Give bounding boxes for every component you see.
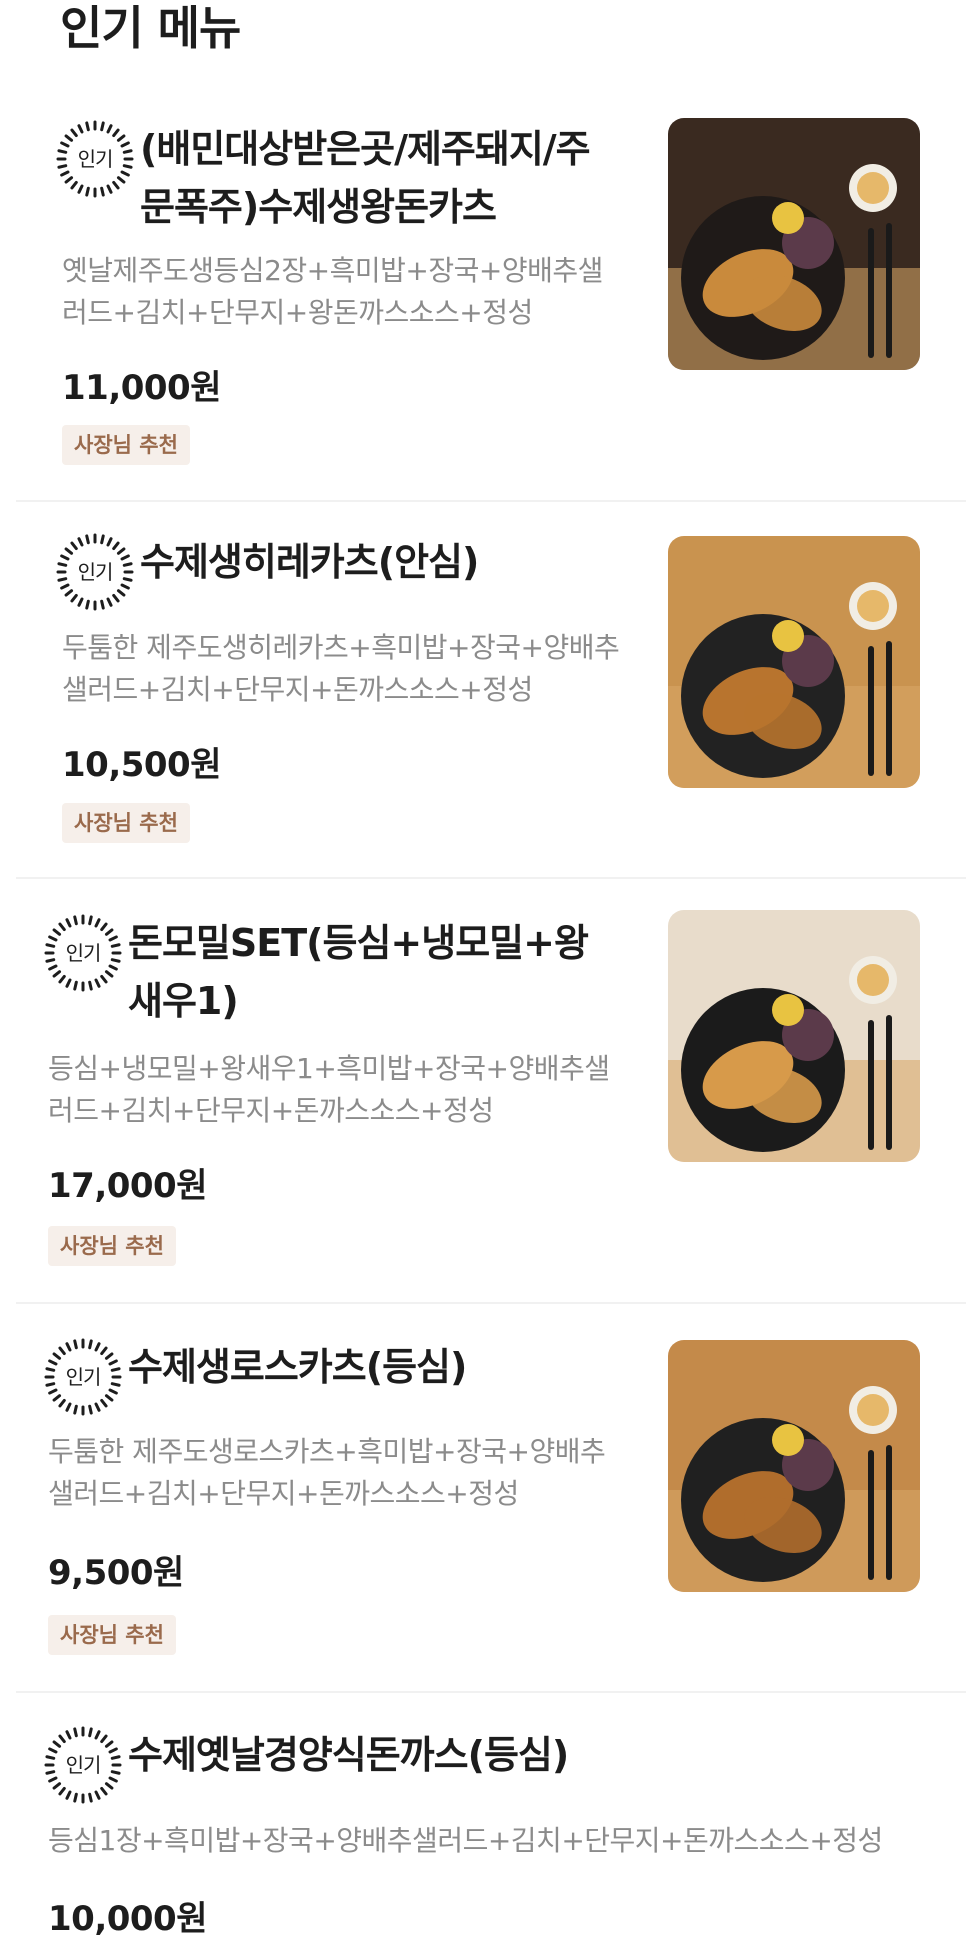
divider [16, 1302, 966, 1304]
menu-item-price: 9,500원 [48, 1553, 184, 1593]
owner-pick-tag: 사장님 추천 [48, 1615, 176, 1655]
popular-badge: 인기 [56, 120, 134, 198]
food-photo-icon [668, 536, 920, 788]
popular-badge: 인기 [44, 1726, 122, 1804]
menu-item-name-line: 수제생로스카츠(등심) [128, 1345, 467, 1389]
food-photo-icon [668, 910, 920, 1162]
owner-pick-tag: 사장님 추천 [48, 1226, 176, 1266]
menu-item-name-line: (배민대상받은곳/제주돼지/주 [140, 127, 591, 171]
popular-badge: 인기 [44, 1338, 122, 1416]
menu-item-price: 17,000원 [48, 1166, 207, 1206]
food-photo-icon [668, 118, 920, 370]
menu-item-desc-line: 두툼한 제주도생히레카츠+흑미밥+장국+양배추 [62, 631, 620, 664]
menu-item-price: 10,000원 [48, 1899, 207, 1939]
menu-item-desc-line: 두툼한 제주도생로스카츠+흑미밥+장국+양배추 [48, 1435, 606, 1468]
menu-item-desc-line: 옛날제주도생등심2장+흑미밥+장국+양배추샐 [62, 254, 603, 287]
menu-item-name-line: 새우1) [128, 979, 239, 1023]
owner-pick-tag: 사장님 추천 [62, 425, 190, 465]
menu-item-photo[interactable] [668, 536, 920, 788]
section-title: 인기 메뉴 [60, 1, 241, 55]
food-photo-icon [668, 1340, 920, 1592]
menu-item-price: 11,000원 [62, 368, 221, 408]
divider [16, 500, 966, 502]
menu-item-photo[interactable] [668, 118, 920, 370]
menu-item-name-line: 문폭주)수제생왕돈카츠 [140, 185, 497, 229]
menu-item-desc-line: 샐러드+김치+단무지+돈까스소스+정성 [48, 1477, 519, 1510]
menu-item-desc-line: 러드+김치+단무지+왕돈까스소스+정성 [62, 296, 533, 329]
menu-item-photo[interactable] [668, 1340, 920, 1592]
menu-item-photo[interactable] [668, 910, 920, 1162]
menu-item-name-line: 수제생히레카츠(안심) [140, 540, 479, 584]
popular-badge: 인기 [44, 914, 122, 992]
menu-item-desc-line: 러드+김치+단무지+돈까스소스+정성 [48, 1094, 494, 1127]
popular-badge: 인기 [56, 533, 134, 611]
menu-item-name-line: 돈모밀SET(등심+냉모밀+왕 [128, 921, 589, 965]
menu-item-desc-line: 샐러드+김치+단무지+돈까스소스+정성 [62, 673, 533, 706]
owner-pick-tag: 사장님 추천 [62, 803, 190, 843]
divider [16, 1691, 966, 1693]
menu-item-price: 10,500원 [62, 745, 221, 785]
menu-item-name-line: 수제옛날경양식돈까스(등심) [128, 1733, 569, 1777]
menu-item-desc-line: 등심1장+흑미밥+장국+양배추샐러드+김치+단무지+돈까스소스+정성 [48, 1824, 883, 1857]
divider [16, 877, 966, 879]
menu-item-desc-line: 등심+냉모밀+왕새우1+흑미밥+장국+양배추샐 [48, 1052, 610, 1085]
